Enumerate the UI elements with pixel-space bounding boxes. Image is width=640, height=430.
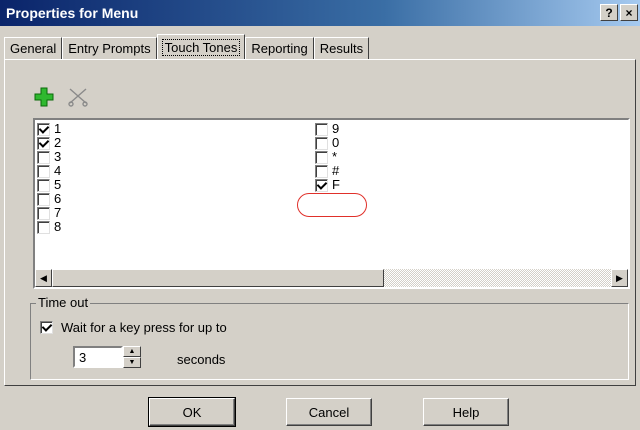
timeout-input[interactable]: 3 bbox=[73, 346, 123, 368]
spin-up-icon[interactable]: ▲ bbox=[123, 346, 141, 357]
tone-label: 3 bbox=[54, 149, 62, 164]
checkbox[interactable] bbox=[37, 150, 50, 164]
checkbox[interactable] bbox=[315, 122, 328, 136]
tone-label: 1 bbox=[54, 121, 62, 136]
list-item[interactable]: 8 bbox=[37, 220, 61, 234]
list-item[interactable]: 2 bbox=[37, 136, 61, 150]
tone-label: 8 bbox=[54, 219, 62, 234]
tone-label: * bbox=[332, 149, 338, 164]
help-title-button[interactable]: ? bbox=[600, 4, 618, 21]
timeout-group bbox=[30, 303, 629, 380]
checkbox[interactable] bbox=[37, 192, 50, 206]
wait-checkbox[interactable] bbox=[40, 321, 53, 334]
tone-label: F bbox=[332, 177, 340, 192]
scroll-left-arrow-icon[interactable]: ◀ bbox=[35, 269, 52, 287]
tab-label: Results bbox=[319, 41, 364, 56]
timeout-value: 3 bbox=[79, 349, 87, 365]
checkbox[interactable] bbox=[315, 178, 328, 192]
tones-column-2: 9 0 * # F bbox=[315, 122, 340, 192]
tab-results[interactable]: Results bbox=[313, 37, 370, 59]
tab-label: Touch Tones bbox=[161, 38, 241, 56]
tones-column-1: 1 2 3 4 5 6 7 8 bbox=[37, 122, 61, 234]
tone-label: 4 bbox=[54, 163, 62, 178]
title-bar: Properties for Menu ? × bbox=[0, 0, 640, 26]
tone-label: 2 bbox=[54, 135, 62, 150]
checkbox[interactable] bbox=[315, 164, 328, 178]
tone-label: 9 bbox=[332, 121, 340, 136]
list-item[interactable]: * bbox=[315, 150, 340, 164]
cancel-button[interactable]: Cancel bbox=[286, 398, 372, 426]
checkbox[interactable] bbox=[315, 150, 328, 164]
scroll-thumb[interactable] bbox=[52, 269, 384, 287]
tone-label: 5 bbox=[54, 177, 62, 192]
list-item[interactable]: 6 bbox=[37, 192, 61, 206]
window-title: Properties for Menu bbox=[6, 5, 139, 21]
scissors-icon[interactable] bbox=[66, 85, 90, 109]
tab-label: General bbox=[10, 41, 57, 56]
tone-label: 0 bbox=[332, 135, 340, 150]
checkbox[interactable] bbox=[37, 220, 50, 234]
help-button[interactable]: Help bbox=[423, 398, 509, 426]
checkbox[interactable] bbox=[315, 136, 328, 150]
tab-general[interactable]: General bbox=[4, 37, 63, 59]
list-item[interactable]: 4 bbox=[37, 164, 61, 178]
tab-strip: General Entry Prompts Touch Tones Report… bbox=[4, 34, 370, 59]
tab-entry-prompts[interactable]: Entry Prompts bbox=[62, 37, 157, 59]
horizontal-scrollbar[interactable]: ◀ ▶ bbox=[35, 269, 628, 287]
tone-label: 6 bbox=[54, 191, 62, 206]
toolbar bbox=[32, 85, 90, 109]
close-button[interactable]: × bbox=[620, 4, 638, 21]
plus-icon[interactable] bbox=[32, 85, 56, 109]
list-item[interactable]: 9 bbox=[315, 122, 340, 136]
wait-label: Wait for a key press for up to bbox=[61, 320, 227, 335]
annotation-highlight-circle bbox=[297, 193, 367, 217]
list-item[interactable]: 7 bbox=[37, 206, 61, 220]
timeout-spinner[interactable]: 3 ▲ ▼ bbox=[73, 346, 141, 368]
tone-label: # bbox=[332, 163, 340, 178]
checkbox[interactable] bbox=[37, 122, 50, 136]
scroll-right-arrow-icon[interactable]: ▶ bbox=[611, 269, 628, 287]
checkbox[interactable] bbox=[37, 206, 50, 220]
list-item[interactable]: # bbox=[315, 164, 340, 178]
ok-button[interactable]: OK bbox=[148, 397, 236, 427]
tab-label: Entry Prompts bbox=[68, 41, 151, 56]
list-item[interactable]: F bbox=[315, 178, 340, 192]
spin-down-icon[interactable]: ▼ bbox=[123, 357, 141, 368]
list-item[interactable]: 5 bbox=[37, 178, 61, 192]
timeout-group-label: Time out bbox=[36, 295, 91, 310]
checkbox[interactable] bbox=[37, 178, 50, 192]
tab-touch-tones[interactable]: Touch Tones bbox=[156, 34, 246, 59]
list-item[interactable]: 1 bbox=[37, 122, 61, 136]
list-item[interactable]: 0 bbox=[315, 136, 340, 150]
tone-label: 7 bbox=[54, 205, 62, 220]
tab-label: Reporting bbox=[251, 41, 308, 56]
wait-option[interactable]: Wait for a key press for up to bbox=[40, 320, 227, 335]
tab-reporting[interactable]: Reporting bbox=[245, 37, 314, 59]
list-item[interactable]: 3 bbox=[37, 150, 61, 164]
seconds-label: seconds bbox=[177, 352, 226, 367]
checkbox[interactable] bbox=[37, 164, 50, 178]
checkbox[interactable] bbox=[37, 136, 50, 150]
